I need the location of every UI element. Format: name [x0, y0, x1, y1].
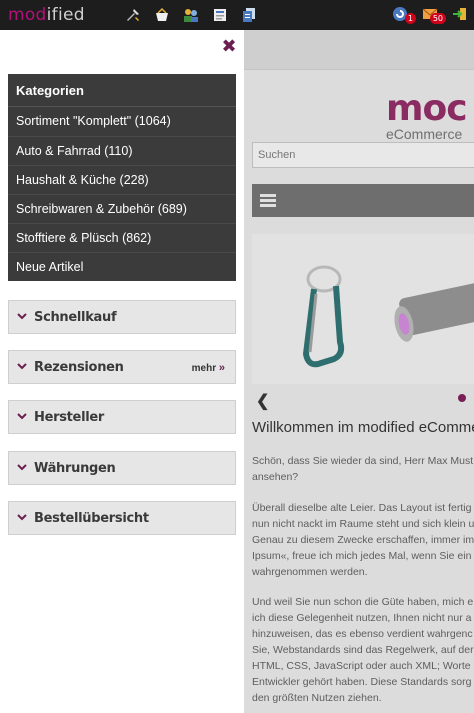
welcome-paragraph-2-line-2: nun nicht nackt im Raume steht und sich …	[252, 518, 474, 530]
welcome-heading: Willkommen im modified eCommerce S	[252, 419, 474, 436]
category-item-haushalt-kueche[interactable]: Haushalt & Küche (228)	[8, 165, 236, 194]
categories-box: Kategorien Sortiment "Komplett" (1064) A…	[8, 74, 236, 281]
welcome-paragraph-2-line-3: Genau zu diesem Zwecke erschaffen, immer…	[252, 534, 474, 546]
logo-text-ified: ified	[46, 5, 85, 25]
welcome-paragraph-3-line-1: Und weil Sie nun schon die Güte haben, m…	[252, 596, 474, 608]
box-label: Bestellübersicht	[34, 511, 149, 526]
box-label: Rezensionen	[34, 360, 124, 375]
chevron-down-icon	[17, 464, 27, 471]
more-arrow-icon: »	[218, 362, 225, 374]
shop-logo-subtitle: eCommerce	[386, 126, 463, 142]
box-waehrungen[interactable]: Währungen	[8, 451, 236, 485]
category-item-neue-artikel[interactable]: Neue Artikel	[8, 252, 236, 281]
categories-title: Kategorien	[8, 74, 236, 107]
slider-navigation: ❮	[252, 388, 474, 411]
mail-badge: 50	[429, 13, 446, 24]
menu-bar[interactable]	[252, 184, 474, 217]
welcome-paragraph-3-line-2: ich diese Gelegenheit nutzen, Ihnen nich…	[252, 612, 472, 624]
welcome-paragraph-3-line-7: den größten Nutzen ziehen.	[252, 692, 382, 704]
category-item-auto-fahrrad[interactable]: Auto & Fahrrad (110)	[8, 136, 236, 165]
chevron-down-icon	[17, 313, 27, 320]
hamburger-icon[interactable]	[260, 194, 276, 207]
search-input[interactable]: Suchen	[252, 142, 474, 168]
mail-icon[interactable]: 50	[422, 6, 446, 24]
slider-image	[252, 234, 474, 384]
chevron-down-icon	[17, 413, 27, 420]
logo-text-mod: mod	[8, 5, 47, 25]
welcome-paragraph-3-line-3: hinzuweisen, das es ebenso verdient wahr…	[252, 628, 473, 640]
slider-prev-icon[interactable]: ❮	[256, 391, 269, 411]
product-slider[interactable]	[252, 234, 474, 384]
modified-logo[interactable]: modified	[8, 5, 85, 25]
tools-icon[interactable]	[125, 7, 141, 23]
box-label: Schnellkauf	[34, 310, 117, 325]
welcome-paragraph-3-line-5: HTML, CSS, JavaScript oder auch XML; Wor…	[252, 660, 471, 672]
site-top-bar	[244, 30, 474, 70]
chevron-down-icon	[17, 363, 27, 370]
box-bestelluebersicht[interactable]: Bestellübersicht	[8, 501, 236, 535]
welcome-paragraph-3-line-6: Entwickler gehört haben. Diese Standards…	[252, 676, 472, 688]
category-item-schreibwaren[interactable]: Schreibwaren & Zubehör (689)	[8, 194, 236, 223]
orders-icon[interactable]: 1	[392, 6, 416, 24]
box-rezensionen[interactable]: Rezensionen mehr »	[8, 350, 236, 384]
welcome-paragraph-2-line-1: Überall dieselbe alte Leier. Das Layout …	[252, 502, 472, 514]
chevron-down-icon	[17, 514, 27, 521]
more-link[interactable]: mehr »	[192, 362, 225, 374]
content-icon[interactable]	[212, 7, 228, 23]
welcome-paragraph-3-line-4: Sie, Webstandards sind das Regelwerk, au…	[252, 644, 474, 656]
box-schnellkauf[interactable]: Schnellkauf	[8, 300, 236, 334]
box-label: Währungen	[34, 461, 116, 476]
users-icon[interactable]	[183, 7, 199, 23]
welcome-paragraph-1-line-2: ansehen?	[252, 471, 299, 483]
shop-logo[interactable]: moc	[386, 88, 468, 129]
logout-icon[interactable]	[452, 6, 468, 22]
welcome-paragraph-2-line-5: wahrgenommen werden.	[252, 566, 368, 578]
category-item-sortiment[interactable]: Sortiment "Komplett" (1064)	[8, 107, 236, 136]
sidebar-panel: ✖ Kategorien Sortiment "Komplett" (1064)…	[0, 30, 244, 713]
box-label: Hersteller	[34, 410, 105, 425]
close-icon[interactable]: ✖	[220, 38, 238, 56]
category-item-stofftiere[interactable]: Stofftiere & Plüsch (862)	[8, 223, 236, 252]
pages-icon[interactable]	[241, 7, 257, 23]
more-link-text: mehr	[191, 363, 217, 374]
box-hersteller[interactable]: Hersteller	[8, 400, 236, 434]
welcome-paragraph-2-line-4: Ipsum«, freue ich mich jedes Mal, wenn S…	[252, 550, 472, 562]
admin-toolbar: modified 1 50	[0, 0, 474, 30]
slider-dot[interactable]	[458, 394, 466, 402]
orders-badge: 1	[404, 13, 416, 24]
welcome-paragraph-1-line-1: Schön, dass Sie wieder da sind, Herr Max…	[252, 455, 474, 467]
basket-icon[interactable]	[154, 7, 170, 23]
shop-page-background: moc eCommerce Suchen ❮ Willkommen im mod…	[244, 30, 474, 713]
